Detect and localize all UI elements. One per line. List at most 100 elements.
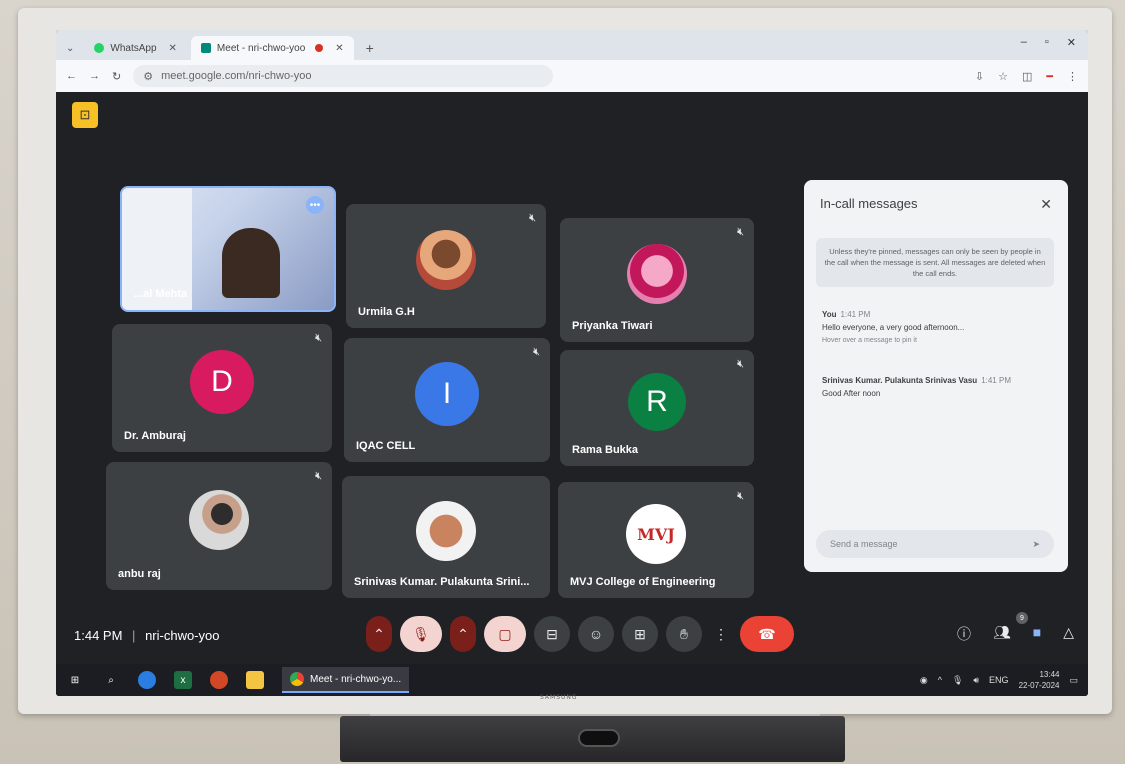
soundbar-logo [578,729,620,747]
tab-search-icon[interactable]: ⌄ [66,43,74,54]
chat-message[interactable]: Srinivas Kumar. Pulakunta Srinivas Vasu 1… [822,374,1052,400]
speaker-icon[interactable]: 🔊︎ [973,675,979,686]
notifications-icon[interactable]: ▭ [1069,675,1078,686]
chrome-icon [290,672,304,686]
clock[interactable]: 13:44 22-07-2024 [1019,669,1060,691]
taskbar-window-label: Meet - nri-chwo-yo... [310,673,402,685]
message-hint: Hover over a message to pin it [822,337,917,344]
meet-icon [200,43,211,53]
participant-name: Urmila G.H [358,306,415,318]
participant-tile[interactable]: 🔇︎ Urmila G.H [346,204,546,328]
reload-icon[interactable]: ↻ [112,70,121,83]
new-tab-button[interactable]: + [358,40,382,60]
tab-meet[interactable]: Meet - nri-chwo-yoo ✕ [190,36,354,60]
participant-tile[interactable]: 🔇︎ Priyanka Tiwari [560,218,754,342]
toolbar-right: ⇩ ☆ ◫ ━ ⋮ [975,70,1078,83]
emoji-button[interactable]: ☺ [578,616,614,652]
message-input[interactable]: Send a message ➤ [816,530,1054,558]
soundbar [340,716,845,762]
minimize-icon[interactable]: – [1021,36,1027,49]
forward-icon[interactable]: → [89,70,100,82]
powerpoint-icon[interactable] [210,671,228,689]
participant-tile[interactable]: 🔇︎ D Dr. Amburaj [112,324,332,452]
info-icon[interactable]: ⓘ [957,624,971,644]
chat-info-notice: Unless they're pinned, messages can only… [816,238,1054,287]
menu-icon[interactable]: ⋮ [1067,70,1078,83]
participant-name: ...al Mehta [134,288,188,300]
tab-label: WhatsApp [110,42,157,54]
bookmark-star-icon[interactable]: ☆ [998,70,1008,83]
avatar-initial: I [415,361,479,426]
profile-icon[interactable]: ━ [1046,70,1053,83]
file-explorer-icon[interactable] [246,671,264,689]
system-tray: ◉ ^ 🎙︎ 🔊︎ ENG 13:44 22-07-2024 ▭ [920,669,1078,691]
participant-tile[interactable]: ••• ...al Mehta [120,186,336,312]
raise-hand-button[interactable]: ✋︎ [666,616,702,652]
tv-brand-logo: SAMSUNG [540,694,578,701]
download-icon[interactable]: ⇩ [975,70,984,83]
clock-time: 13:44 [1039,670,1060,679]
present-button[interactable]: ⊞ [622,616,658,652]
participant-tile[interactable]: Srinivas Kumar. Pulakunta Srini... [342,476,550,598]
browser-toolbar: ← → ↻ ⚙ meet.google.com/nri-chwo-yoo ⇩ ☆… [56,60,1088,92]
activities-icon[interactable]: △ [1063,624,1074,644]
participant-name: Srinivas Kumar. Pulakunta Srini... [354,576,530,588]
back-icon[interactable]: ← [66,70,77,82]
meeting-details-icon[interactable]: ⊡ [72,102,98,128]
excel-icon[interactable]: x [174,671,192,689]
participant-tile[interactable]: 🔇︎ I IQAC CELL [344,338,550,462]
mic-off-icon: 🔇︎ [529,212,536,224]
mic-off-icon: 🔇︎ [737,490,744,502]
network-icon[interactable]: ◉ [920,675,928,686]
tab-whatsapp[interactable]: WhatsApp ✕ [84,36,187,60]
avatar-initial: R [628,373,686,432]
avatar-initial: D [190,349,254,414]
message-text: Hello everyone, a very good afternoon... [822,323,965,332]
participant-video [222,228,280,298]
search-icon[interactable]: ⌕ [102,671,120,689]
tray-overflow-icon[interactable]: ^ [938,675,942,685]
close-icon[interactable]: ✕ [335,43,343,54]
close-icon[interactable]: ✕ [1040,196,1052,213]
edge-icon[interactable] [138,671,156,689]
captions-button[interactable]: ⊟ [534,616,570,652]
screen: ⌄ WhatsApp ✕ Meet - nri-chwo-yoo ✕ + – ▫… [56,30,1088,696]
mic-off-icon: 🔇︎ [315,332,322,344]
camera-toggle-button[interactable]: ▢ [484,616,526,652]
participant-name: Dr. Amburaj [124,430,186,442]
participant-name: anbu raj [118,568,161,580]
chat-message[interactable]: You 1:41 PM Hello everyone, a very good a… [822,308,1052,347]
chat-icon[interactable]: ■ [1033,624,1041,644]
maximize-icon[interactable]: ▫ [1045,36,1049,49]
participant-name: Rama Bukka [572,444,639,456]
start-icon[interactable]: ⊞ [66,671,84,689]
extensions-icon[interactable]: ◫ [1022,70,1032,83]
mic-off-icon: 🔇︎ [315,470,322,482]
close-icon[interactable]: ✕ [169,43,177,54]
send-icon[interactable]: ➤ [1032,539,1040,550]
taskbar-chrome-window[interactable]: Meet - nri-chwo-yo... [282,667,410,693]
video-options-button[interactable]: ⌃ [450,616,476,652]
more-options-button[interactable]: ⋮ [710,616,732,652]
meeting-info: 1:44 PM | nri-chwo-yoo [74,628,219,643]
avatar [416,500,476,561]
mic-off-icon: 🔇︎ [533,346,540,358]
address-bar[interactable]: ⚙ meet.google.com/nri-chwo-yoo [133,65,554,87]
participant-tile[interactable]: 🔇︎ anbu raj [106,462,332,590]
message-text: Good After noon [822,389,881,398]
mic-toggle-button[interactable]: 🎙︎ [400,616,442,652]
message-time: 1:41 PM [981,376,1011,385]
audio-options-button[interactable]: ⌃ [366,616,392,652]
participant-tile[interactable]: 🔇︎ R Rama Bukka [560,350,754,466]
mic-icon[interactable]: 🎙︎ [952,675,963,686]
close-window-icon[interactable]: ✕ [1067,36,1076,49]
avatar [627,243,687,304]
tab-label: Meet - nri-chwo-yoo [216,42,306,54]
people-icon[interactable]: 👥︎ [993,624,1011,644]
leave-call-button[interactable]: ☎︎ [740,616,794,652]
more-options-icon[interactable]: ••• [306,196,324,214]
language-indicator[interactable]: ENG [989,675,1009,685]
site-info-icon[interactable]: ⚙ [143,70,153,83]
mic-off-icon: 🔇︎ [737,226,744,238]
participant-tile[interactable]: 🔇︎ MVJ MVJ College of Engineering [558,482,754,598]
